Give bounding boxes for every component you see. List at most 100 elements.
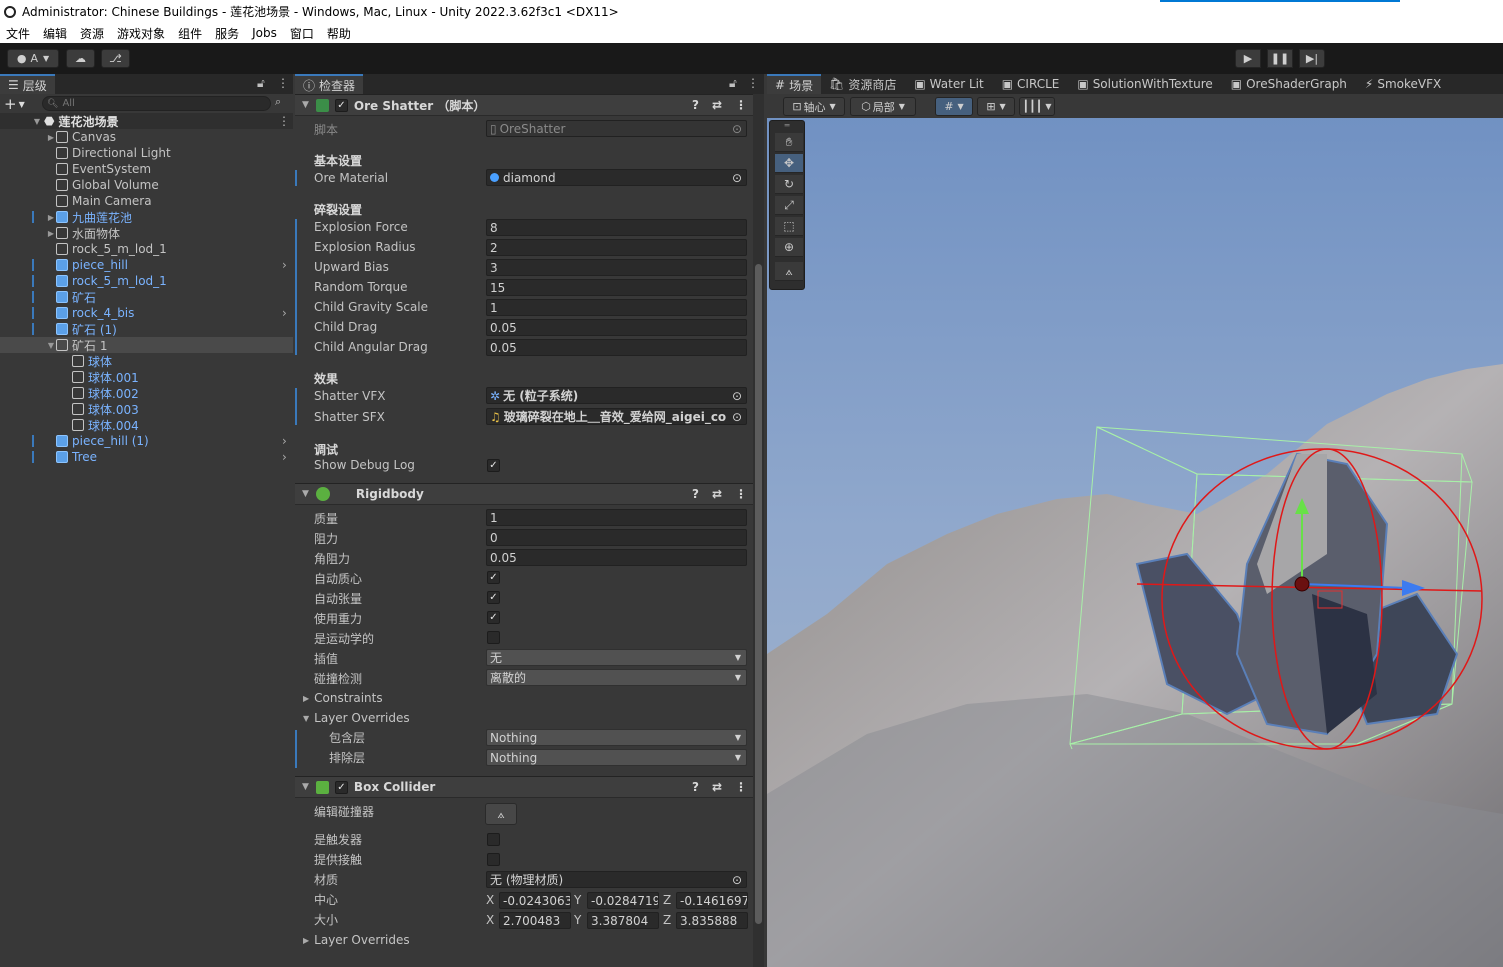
hierarchy-item[interactable]: 球体.003	[0, 401, 293, 417]
kinematic-checkbox[interactable]	[487, 631, 500, 644]
menu-component[interactable]: 组件	[178, 25, 202, 42]
ore-field-input[interactable]: 1	[486, 299, 747, 316]
hierarchy-item[interactable]: EventSystem	[0, 161, 293, 177]
play-button[interactable]: ▶	[1235, 49, 1261, 68]
hierarchy-item[interactable]: Directional Light	[0, 145, 293, 161]
tab-hierarchy[interactable]: ☰ 层级	[0, 74, 55, 94]
more-icon[interactable]: ⋮	[735, 780, 747, 794]
custom-editor-tool[interactable]: ⟑	[775, 262, 803, 281]
hierarchy-item[interactable]: ▶ 九曲莲花池	[0, 209, 293, 225]
fold-arrow-icon[interactable]: ▶	[46, 213, 56, 222]
hierarchy-item[interactable]: ▼ 矿石 1	[0, 337, 293, 353]
hierarchy-item[interactable]: ▶ 水面物体	[0, 225, 293, 241]
increment-snap-dropdown[interactable]: ┃┃┃ ▼	[1019, 97, 1055, 116]
hierarchy-item[interactable]: 矿石 (1)	[0, 321, 293, 337]
ore-field-input[interactable]: 3	[486, 259, 747, 276]
hierarchy-item[interactable]: rock_4_bis ›	[0, 305, 293, 321]
enabled-checkbox[interactable]: ✓	[334, 780, 348, 794]
create-button[interactable]: + ▼	[4, 95, 25, 113]
shatter-sfx-field[interactable]: ♫ 玻璃碎裂在地上＿音效_爱给网_aigei_co ⊙	[486, 408, 747, 425]
auto-com-checkbox[interactable]: ✓	[487, 571, 500, 584]
scene-view[interactable]: ⊡ 轴心 ▼ ⬡ 局部 ▼ # ▼ ⊞ ▼ ┃┃┃ ▼ ═ ✋︎ ✥ ↻ ⤢ ⬚ ⊕ ⟑	[767, 94, 1503, 967]
tab-water-lit[interactable]: ▣ Water Lit	[906, 74, 993, 94]
angular-drag-field[interactable]: 0.05	[486, 549, 747, 566]
drag-field[interactable]: 0	[486, 529, 747, 546]
fold-arrow-icon[interactable]: ▼	[46, 341, 56, 350]
hierarchy-item[interactable]: rock_5_m_lod_1	[0, 241, 293, 257]
size-y-field[interactable]: 3.387804	[587, 912, 659, 929]
object-picker-icon[interactable]: ⊙	[732, 389, 742, 403]
preset-icon[interactable]: ⇄	[712, 780, 722, 794]
scrollbar-thumb[interactable]	[755, 264, 762, 924]
hierarchy-search-input[interactable]	[62, 98, 253, 109]
tab-scene[interactable]: # 场景	[767, 74, 822, 94]
ore-shatter-header[interactable]: ▼ ✓ Ore Shatter （脚本） ? ⇄ ⋮	[295, 94, 753, 116]
hierarchy-item[interactable]: 矿石	[0, 289, 293, 305]
local-dropdown[interactable]: ⬡ 局部 ▼	[850, 97, 916, 116]
hierarchy-item[interactable]: piece_hill ›	[0, 257, 293, 273]
fold-arrow-icon[interactable]: ▼	[32, 117, 42, 126]
inspector-scrollbar[interactable]	[753, 94, 764, 967]
tab-solution-with-texture[interactable]: ▣ SolutionWithTexture	[1069, 74, 1222, 94]
open-prefab-chevron-icon[interactable]: ›	[282, 258, 287, 272]
show-debug-log-checkbox[interactable]: ✓	[487, 459, 500, 472]
tab-circle[interactable]: ▣ CIRCLE	[994, 74, 1070, 94]
fold-arrow-icon[interactable]: ▼	[302, 489, 309, 499]
include-layers-dropdown[interactable]: Nothing ▼	[486, 729, 747, 746]
fold-arrow-icon[interactable]: ▼	[302, 782, 309, 792]
pivot-handle[interactable]	[1294, 576, 1310, 592]
hierarchy-item[interactable]: piece_hill (1) ›	[0, 433, 293, 449]
preset-icon[interactable]: ⇄	[712, 487, 722, 501]
preset-icon[interactable]: ⇄	[712, 98, 722, 112]
help-icon[interactable]: ?	[692, 487, 699, 501]
lock-icon[interactable]: 🔓︎	[257, 76, 265, 91]
hierarchy-item[interactable]: 球体.001	[0, 369, 293, 385]
exclude-layers-dropdown[interactable]: Nothing ▼	[486, 749, 747, 766]
more-icon[interactable]: ⋮	[747, 76, 759, 90]
object-picker-icon[interactable]: ⊙	[731, 409, 742, 424]
cloud-button[interactable]: ☁	[66, 49, 95, 68]
edit-collider-button[interactable]: ⟑	[485, 803, 517, 825]
ore-field-input[interactable]: 2	[486, 239, 747, 256]
shatter-vfx-field[interactable]: ✲ 无 (粒子系统) ⊙	[486, 387, 747, 404]
more-icon[interactable]: ⋮	[735, 487, 747, 501]
open-prefab-chevron-icon[interactable]: ›	[282, 306, 287, 320]
menu-edit[interactable]: 编辑	[43, 25, 67, 42]
provides-contacts-checkbox[interactable]	[487, 853, 500, 866]
layer-overrides-foldout[interactable]: ▼ Layer Overrides	[303, 709, 410, 727]
hierarchy-item[interactable]: rock_5_m_lod_1	[0, 273, 293, 289]
menu-window[interactable]: 窗口	[290, 25, 314, 42]
hand-tool[interactable]: ✋︎	[775, 133, 803, 152]
center-x-field[interactable]: -0.0243063	[499, 892, 571, 909]
hierarchy-item[interactable]: Main Camera	[0, 193, 293, 209]
constraints-foldout[interactable]: ▶ Constraints	[303, 689, 383, 707]
size-z-field[interactable]: 3.835888	[676, 912, 748, 929]
more-icon[interactable]: ⋮	[278, 114, 290, 128]
fold-arrow-icon[interactable]: ▼	[302, 100, 309, 110]
center-z-field[interactable]: -0.1461697	[676, 892, 748, 909]
use-gravity-checkbox[interactable]: ✓	[487, 611, 500, 624]
move-tool[interactable]: ✥	[775, 154, 803, 173]
scene-search-icon[interactable]: ⌕	[275, 95, 281, 109]
interpolate-dropdown[interactable]: 无 ▼	[486, 649, 747, 666]
grid-visibility-dropdown[interactable]: ⊞ ▼	[977, 97, 1015, 116]
tab-ore-shader-graph[interactable]: ▣ OreShaderGraph	[1223, 74, 1357, 94]
more-icon[interactable]: ⋮	[277, 76, 289, 90]
object-picker-icon[interactable]: ⊙	[732, 171, 742, 185]
auto-tensor-checkbox[interactable]: ✓	[487, 591, 500, 604]
tab-asset-store[interactable]: 🛍︎ 资源商店	[821, 74, 906, 94]
is-trigger-checkbox[interactable]	[487, 833, 500, 846]
physic-material-field[interactable]: 无 (物理材质) ⊙	[486, 871, 747, 888]
menu-file[interactable]: 文件	[6, 25, 30, 42]
overlay-drag-handle[interactable]: ═	[770, 121, 804, 130]
tab-smoke-vfx[interactable]: ⚡︎ SmokeVFX	[1357, 74, 1451, 94]
ore-field-input[interactable]: 0.05	[486, 339, 747, 356]
hierarchy-item[interactable]: ▶ Canvas	[0, 129, 293, 145]
help-icon[interactable]: ?	[692, 98, 699, 112]
account-button[interactable]: ● A ▼	[7, 49, 59, 68]
hierarchy-item[interactable]: Global Volume	[0, 177, 293, 193]
rotate-tool[interactable]: ↻	[775, 175, 803, 194]
menu-gameobject[interactable]: 游戏对象	[117, 25, 165, 42]
step-button[interactable]: ▶|	[1299, 49, 1325, 68]
box-layer-overrides-foldout[interactable]: ▶ Layer Overrides	[303, 931, 410, 949]
